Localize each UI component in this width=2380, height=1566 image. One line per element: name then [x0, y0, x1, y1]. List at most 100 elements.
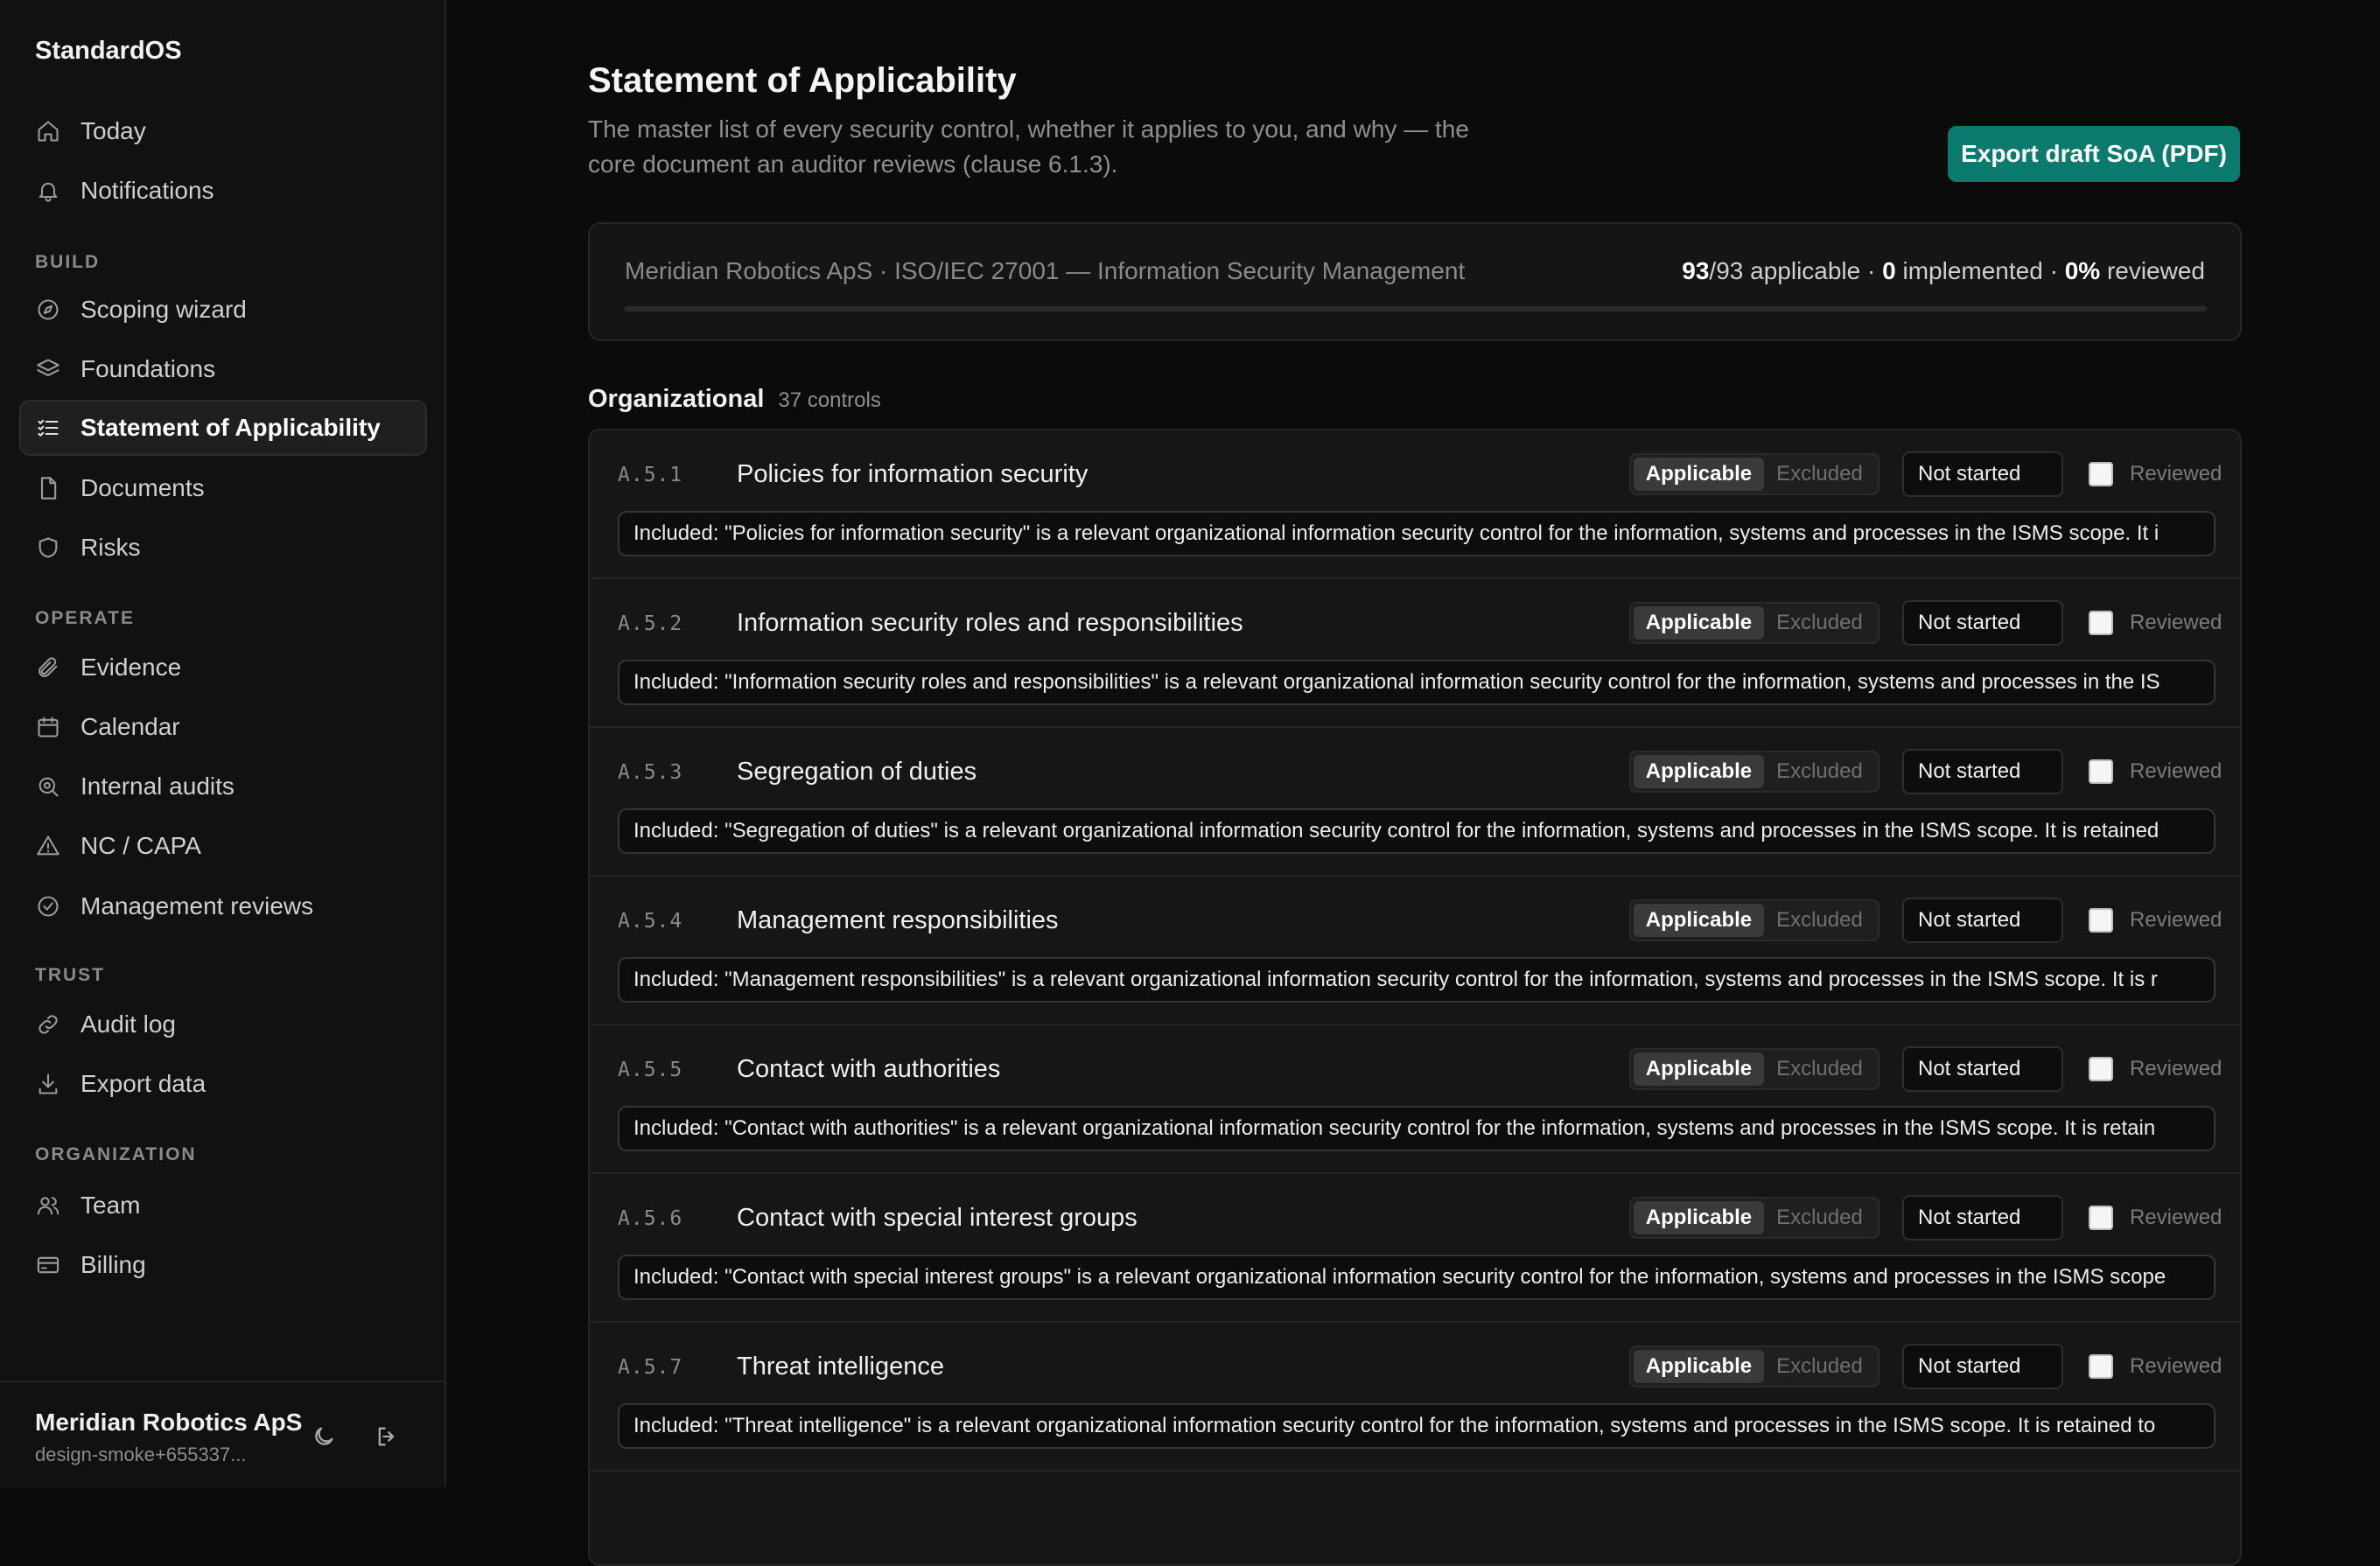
justification-input[interactable] — [618, 808, 2216, 854]
justification-input[interactable] — [618, 1106, 2216, 1151]
implementation-status-select[interactable]: Not started — [1902, 1195, 2063, 1241]
sidebar-item-label: Export data — [80, 1070, 206, 1097]
applicable-option[interactable]: Applicable — [1634, 458, 1764, 491]
sidebar-item-scoping-wizard[interactable]: Scoping wizard — [19, 282, 427, 338]
sidebar-item-audit-log[interactable]: Audit log — [19, 996, 427, 1052]
control-id: A.5.3 — [618, 761, 683, 784]
reviewed-checkbox[interactable] — [2089, 759, 2113, 784]
control-id: A.5.2 — [618, 612, 683, 635]
excluded-option[interactable]: Excluded — [1764, 904, 1875, 937]
bell-icon — [35, 178, 61, 204]
implementation-status-select[interactable]: Not started — [1902, 898, 2063, 943]
implementation-status-select[interactable]: Not started — [1902, 1046, 2063, 1092]
sidebar-item-notifications[interactable]: Notifications — [19, 163, 427, 219]
reviewed-checkbox[interactable] — [2089, 462, 2113, 486]
excluded-option[interactable]: Excluded — [1764, 606, 1875, 640]
control-row: A.5.6 Contact with special interest grou… — [590, 1174, 2240, 1323]
shield-icon — [35, 535, 61, 561]
sidebar-item-label: Scoping wizard — [80, 296, 247, 323]
reviewed-checkbox[interactable] — [2089, 1354, 2113, 1379]
justification-input[interactable] — [618, 957, 2216, 1003]
applicability-toggle: Applicable Excluded — [1629, 602, 1880, 644]
applicable-option[interactable]: Applicable — [1634, 606, 1764, 640]
control-title: Segregation of duties — [737, 758, 977, 786]
applicable-option[interactable]: Applicable — [1634, 1350, 1764, 1383]
excluded-option[interactable]: Excluded — [1764, 1052, 1875, 1086]
justification-input[interactable] — [618, 511, 2216, 556]
control-id: A.5.1 — [618, 464, 683, 486]
excluded-option[interactable]: Excluded — [1764, 1350, 1875, 1383]
applicability-toggle: Applicable Excluded — [1629, 899, 1880, 941]
excluded-option[interactable]: Excluded — [1764, 755, 1875, 788]
applicable-option[interactable]: Applicable — [1634, 904, 1764, 937]
users-icon — [35, 1192, 61, 1219]
app-logo-text[interactable]: StandardOS — [35, 37, 182, 66]
excluded-option[interactable]: Excluded — [1764, 1201, 1875, 1234]
paperclip-icon — [35, 654, 61, 681]
sidebar-item-team[interactable]: Team — [19, 1178, 427, 1234]
control-row: A.5.4 Management responsibilities Applic… — [590, 877, 2240, 1025]
reviewed-label: Reviewed — [2130, 462, 2222, 486]
section-count: 37 controls — [778, 388, 881, 412]
implementation-status-select[interactable]: Not started — [1902, 1344, 2063, 1389]
applicability-toggle: Applicable Excluded — [1629, 751, 1880, 793]
sidebar-item-label: Evidence — [80, 654, 182, 681]
sidebar-item-internal-audits[interactable]: Internal audits — [19, 759, 427, 814]
sidebar-item-evidence[interactable]: Evidence — [19, 640, 427, 696]
control-row: A.5.2 Information security roles and res… — [590, 579, 2240, 728]
applicable-option[interactable]: Applicable — [1634, 1201, 1764, 1234]
sidebar-item-calendar[interactable]: Calendar — [19, 699, 427, 755]
sidebar-item-label: Today — [80, 117, 146, 144]
applicable-option[interactable]: Applicable — [1634, 755, 1764, 788]
progress-bar — [625, 306, 2207, 311]
reviewed-label: Reviewed — [2130, 759, 2222, 783]
control-title: Policies for information security — [737, 460, 1088, 488]
sidebar-item-label: Documents — [80, 474, 205, 501]
sidebar-item-label: Notifications — [80, 177, 214, 204]
justification-input[interactable] — [618, 1403, 2216, 1449]
sidebar-item-documents[interactable]: Documents — [19, 460, 427, 516]
total-count: 93 — [1716, 257, 1744, 284]
excluded-option[interactable]: Excluded — [1764, 458, 1875, 491]
control-title: Contact with special interest groups — [737, 1204, 1138, 1232]
user-email: design-smoke+655337... — [35, 1444, 247, 1465]
reviewed-checkbox[interactable] — [2089, 1206, 2113, 1230]
control-row: A.5.3 Segregation of duties Applicable E… — [590, 728, 2240, 877]
reviewed-label: Reviewed — [2130, 1057, 2222, 1080]
reviewed-label: Reviewed — [2130, 1354, 2222, 1378]
sidebar-item-management-reviews[interactable]: Management reviews — [19, 878, 427, 934]
implementation-status-select[interactable]: Not started — [1902, 749, 2063, 794]
export-soa-pdf-button[interactable]: Export draft SoA (PDF) — [1948, 126, 2240, 182]
control-id: A.5.6 — [618, 1207, 683, 1230]
sign-out-button[interactable] — [371, 1421, 402, 1452]
sidebar-item-label: Team — [80, 1192, 141, 1219]
control-title: Threat intelligence — [737, 1353, 944, 1381]
justification-input[interactable] — [618, 660, 2216, 705]
sidebar-item-billing[interactable]: Billing — [19, 1237, 427, 1293]
sidebar-item-risks[interactable]: Risks — [19, 520, 427, 576]
section-header: Organizational 37 controls — [588, 385, 881, 414]
sidebar-item-nc-capa[interactable]: NC / CAPA — [19, 818, 427, 874]
reviewed-checkbox[interactable] — [2089, 611, 2113, 635]
applicable-option[interactable]: Applicable — [1634, 1052, 1764, 1086]
sidebar-item-statement-of-applicability[interactable]: Statement of Applicability — [19, 400, 427, 456]
control-title: Management responsibilities — [737, 906, 1059, 934]
moon-icon — [315, 1427, 333, 1445]
implementation-status-select[interactable]: Not started — [1902, 451, 2063, 497]
implementation-status-select[interactable]: Not started — [1902, 600, 2063, 646]
page-description: The master list of every security contro… — [588, 115, 1469, 178]
control-id: A.5.7 — [618, 1356, 683, 1379]
summary-stats: 93/93 applicable · 0 implemented · 0% re… — [1682, 257, 2205, 284]
sidebar-item-today[interactable]: Today — [19, 103, 427, 159]
controls-list: A.5.1 Policies for information security … — [588, 429, 2242, 1566]
reviewed-checkbox[interactable] — [2089, 908, 2113, 933]
justification-input[interactable] — [618, 1255, 2216, 1300]
reviewed-checkbox[interactable] — [2089, 1057, 2113, 1081]
section-title: Organizational — [588, 385, 765, 413]
sidebar-footer: Meridian Robotics ApS design-smoke+65533… — [0, 1381, 446, 1487]
sidebar-item-export-data[interactable]: Export data — [19, 1056, 427, 1112]
theme-toggle-button[interactable] — [308, 1421, 340, 1452]
reviewed-label: Reviewed — [2130, 1206, 2222, 1229]
sidebar-item-foundations[interactable]: Foundations — [19, 341, 427, 397]
control-row-partial — [590, 1472, 2240, 1564]
